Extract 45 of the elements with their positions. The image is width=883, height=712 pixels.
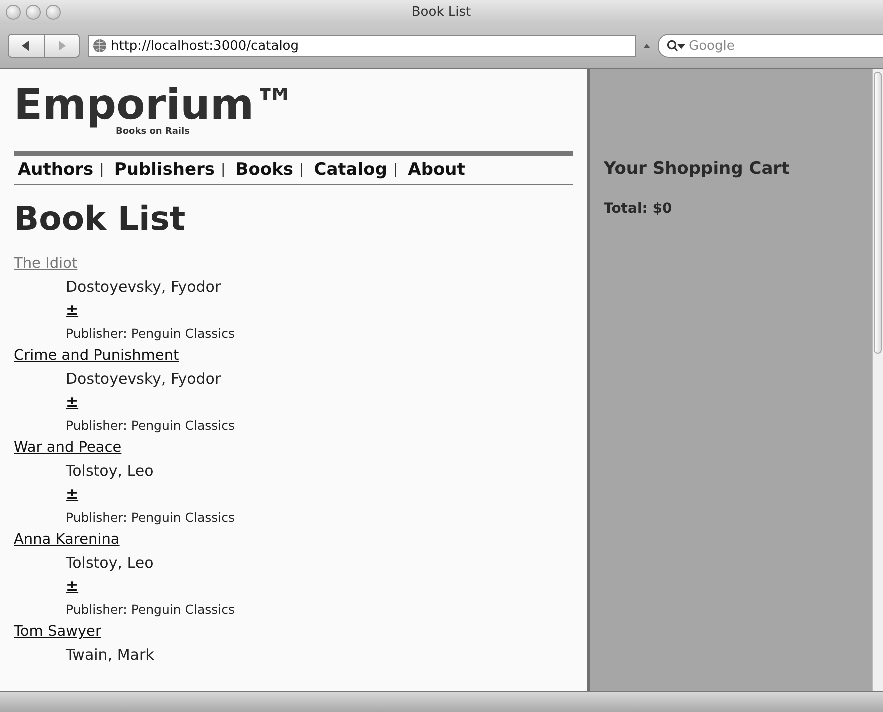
cart-title: Your Shopping Cart (604, 159, 791, 179)
cart-total: Total: $0 (604, 201, 674, 217)
nav-separator: | (393, 162, 398, 178)
window-control-button[interactable] (46, 5, 61, 20)
book-title-link[interactable]: Tom Sawyer (14, 621, 102, 644)
nav-separator: | (100, 162, 104, 178)
scrollbar[interactable] (872, 69, 883, 691)
add-to-cart-link[interactable]: ± (66, 299, 79, 322)
nav-separator: | (221, 162, 226, 178)
right-arrow-icon (56, 41, 67, 51)
search-icon (667, 40, 685, 52)
book-author: Twain, Mark (66, 645, 154, 666)
book-title-link[interactable]: War and Peace (14, 437, 122, 460)
search-field[interactable]: Google (658, 34, 883, 58)
nav-link[interactable]: Authors (18, 160, 94, 180)
add-to-cart-link[interactable]: ± (66, 575, 79, 598)
book-title-link[interactable]: The Idiot (14, 253, 78, 276)
caret-icon (644, 43, 650, 49)
add-to-cart-link[interactable]: ± (66, 391, 79, 414)
book-author: Tolstoy, Leo (66, 461, 154, 482)
nav-separator: | (300, 162, 304, 178)
book-publisher: Publisher: Penguin Classics (66, 325, 236, 343)
site-logo: Emporium™ (14, 83, 298, 127)
nav-link[interactable]: Books (236, 160, 294, 180)
book-title-link[interactable]: Crime and Punishment (14, 345, 180, 368)
nav-link[interactable]: Catalog (314, 160, 388, 180)
back-button[interactable] (8, 34, 44, 58)
address-field[interactable]: http://localhost:3000/catalog (88, 35, 636, 57)
book-author: Dostoyevsky, Fyodor (66, 369, 222, 390)
add-to-cart-link[interactable]: ± (66, 483, 79, 506)
nav-link[interactable]: About (408, 160, 466, 180)
window-control-button[interactable] (6, 5, 21, 20)
book-author: Tolstoy, Leo (66, 553, 154, 574)
window-control-button[interactable] (26, 5, 41, 20)
book-publisher: Publisher: Penguin Classics (66, 509, 236, 527)
window-title: Book List (412, 4, 472, 20)
book-author: Dostoyevsky, Fyodor (66, 277, 222, 298)
book-title-link[interactable]: Anna Karenina (14, 529, 120, 552)
globe-icon (93, 39, 107, 53)
left-arrow-icon (21, 41, 32, 51)
book-publisher: Publisher: Penguin Classics (66, 601, 236, 619)
page-heading: Book List (14, 199, 187, 239)
nav-link[interactable]: Publishers (114, 160, 216, 180)
book-publisher: Publisher: Penguin Classics (66, 417, 236, 435)
site-tagline: Books on Rails (116, 127, 190, 137)
